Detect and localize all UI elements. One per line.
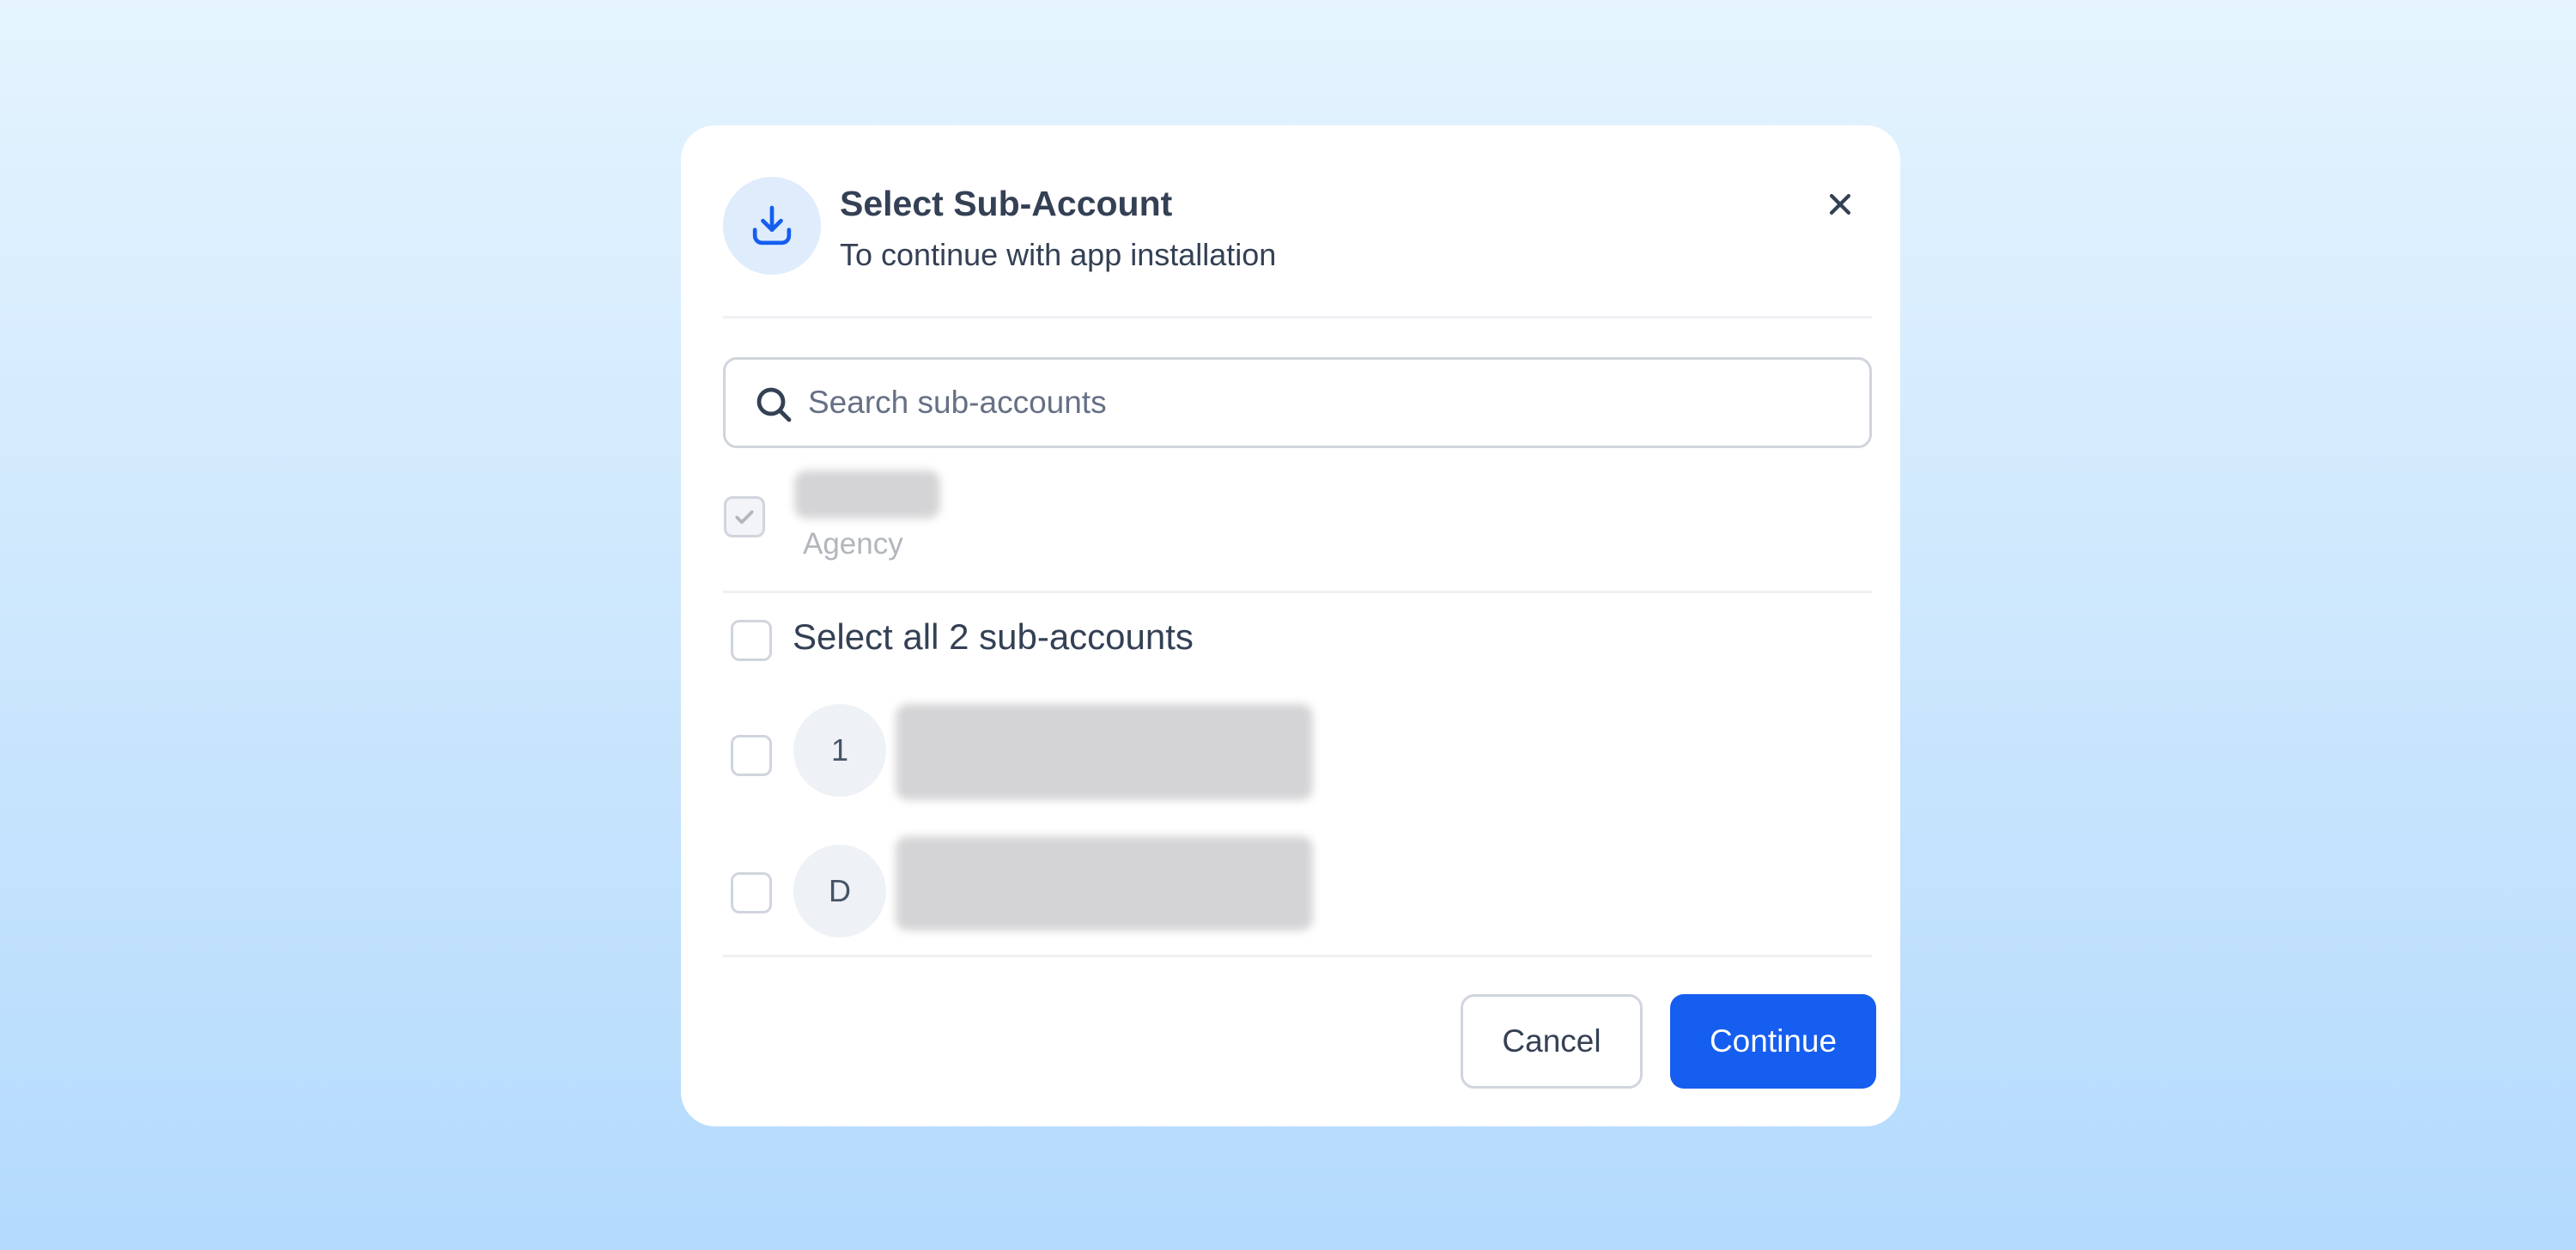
- download-icon: [723, 177, 821, 275]
- list-divider: [723, 955, 1872, 957]
- avatar: D: [793, 845, 886, 937]
- dialog-title: Select Sub-Account: [840, 184, 1173, 223]
- avatar: 1: [793, 704, 886, 797]
- select-sub-account-dialog: Select Sub-Account To continue with app …: [681, 125, 1900, 1126]
- sub-account-name-redacted: [896, 836, 1313, 931]
- agency-divider: [723, 591, 1872, 593]
- agency-checkbox[interactable]: [724, 496, 765, 537]
- header-divider: [723, 316, 1872, 319]
- dialog-subtitle: To continue with app installation: [840, 237, 1277, 272]
- close-icon: [1829, 193, 1851, 215]
- search-icon: [756, 387, 792, 422]
- cancel-button[interactable]: Cancel: [1461, 994, 1643, 1089]
- sub-account-checkbox[interactable]: [731, 872, 772, 913]
- check-icon: [735, 510, 754, 525]
- close-button[interactable]: [1814, 179, 1866, 230]
- search-field[interactable]: [723, 357, 1872, 448]
- continue-button[interactable]: Continue: [1670, 994, 1876, 1089]
- agency-name-redacted: [794, 470, 940, 519]
- sub-account-name-redacted: [896, 704, 1313, 800]
- search-input[interactable]: [808, 375, 1838, 430]
- select-all-checkbox[interactable]: [731, 620, 772, 661]
- sub-account-checkbox[interactable]: [731, 735, 772, 776]
- agency-label: Agency: [803, 527, 903, 561]
- select-all-label: Select all 2 sub-accounts: [793, 616, 1194, 657]
